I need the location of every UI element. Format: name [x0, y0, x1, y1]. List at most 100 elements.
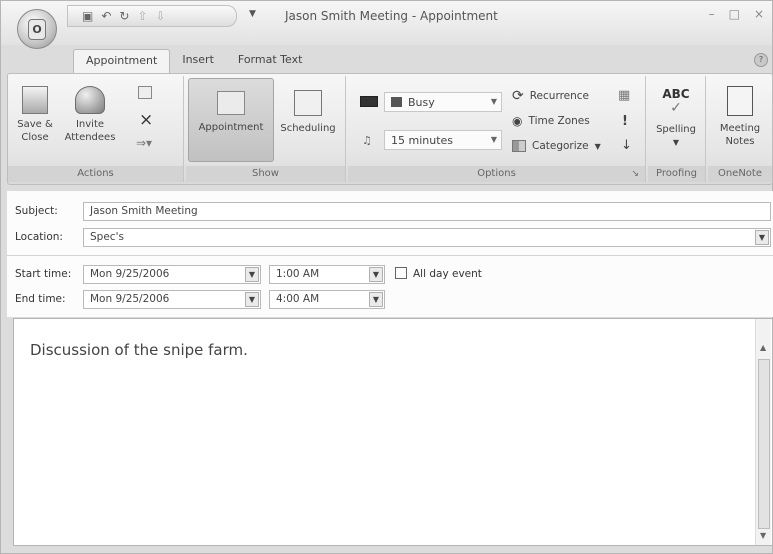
start-date-dropdown[interactable]: ▼: [245, 267, 259, 282]
notes-body-text: Discussion of the snipe farm.: [30, 341, 248, 359]
globe-icon: ◉: [512, 114, 523, 128]
up-arrow-icon[interactable]: ⇧: [137, 9, 147, 23]
appointment-form: Subject: Jason Smith Meeting Location: S…: [7, 191, 773, 317]
reminder-bell-icon: ♫: [362, 134, 372, 147]
end-time-field[interactable]: 4:00 AM: [269, 290, 385, 309]
people-icon: [75, 86, 105, 114]
show-as-dropdown[interactable]: Busy ▼: [384, 92, 502, 112]
group-label-actions: Actions: [8, 166, 183, 182]
calendar-small-icon[interactable]: [138, 86, 152, 99]
end-time-dropdown[interactable]: ▼: [369, 292, 383, 307]
chevron-down-icon: ▼: [672, 138, 680, 147]
undo-icon[interactable]: ↶: [101, 9, 111, 23]
reminder-value: 15 minutes: [391, 133, 454, 147]
scheduling-label: Scheduling: [280, 123, 336, 134]
form-divider: [7, 255, 773, 256]
quick-access-toolbar: ▣ ↶ ↻ ⇧ ⇩: [67, 5, 237, 27]
location-field[interactable]: Spec's: [83, 228, 771, 247]
reminder-dropdown[interactable]: 15 minutes ▼: [384, 130, 502, 150]
scroll-up-icon[interactable]: ▲: [760, 343, 766, 352]
delete-icon[interactable]: ×: [139, 110, 153, 130]
group-label-onenote: OneNote: [708, 166, 772, 182]
invite-label-1: Invite: [75, 119, 105, 130]
meeting-notes-label-1: Meeting: [719, 123, 761, 134]
scheduling-icon: [294, 90, 322, 116]
meeting-notes-label-2: Notes: [725, 136, 755, 147]
all-day-label: All day event: [413, 268, 482, 280]
down-arrow-icon[interactable]: ⇩: [156, 9, 166, 23]
show-as-value: Busy: [408, 95, 435, 109]
recurrence-label: Recurrence: [529, 90, 590, 102]
scheduling-button[interactable]: Scheduling: [274, 80, 342, 135]
appointment-view-button[interactable]: Appointment: [188, 78, 274, 162]
maximize-icon[interactable]: □: [729, 7, 740, 21]
categorize-button[interactable]: Categorize ▼: [512, 140, 601, 152]
high-importance-icon[interactable]: !: [622, 114, 628, 129]
tab-insert[interactable]: Insert: [170, 49, 226, 73]
appointment-window: ▣ ↶ ↻ ⇧ ⇩ ▼ Jason Smith Meeting - Appoin…: [0, 0, 773, 554]
ribbon-tabs: Appointment Insert Format Text: [73, 49, 314, 73]
location-label: Location:: [15, 231, 63, 243]
end-time-label: End time:: [15, 293, 66, 305]
save-close-icon: [22, 86, 48, 114]
scrollbar-thumb[interactable]: [758, 359, 770, 529]
save-close-button[interactable]: Save & Close: [12, 80, 58, 144]
minimize-icon[interactable]: –: [709, 7, 715, 21]
low-importance-icon[interactable]: ↓: [621, 138, 632, 153]
tab-appointment[interactable]: Appointment: [73, 49, 171, 73]
recurrence-button[interactable]: ⟳ Recurrence: [512, 88, 589, 104]
invite-attendees-button[interactable]: Invite Attendees: [62, 80, 118, 144]
busy-swatch-icon: [391, 97, 402, 107]
window-title: Jason Smith Meeting - Appointment: [285, 9, 498, 23]
title-bar: ▣ ↶ ↻ ⇧ ⇩ ▼ Jason Smith Meeting - Appoin…: [1, 1, 772, 45]
office-logo-icon: O: [28, 18, 46, 40]
subject-label: Subject:: [15, 205, 58, 217]
group-actions: Save & Close Invite Attendees × ⇒▾ Actio…: [8, 76, 184, 182]
save-close-label-1: Save &: [17, 119, 53, 130]
start-time-dropdown[interactable]: ▼: [369, 267, 383, 282]
appointment-view-label: Appointment: [198, 122, 264, 133]
group-label-options: Options ↘: [348, 166, 645, 182]
categorize-label: Categorize: [532, 140, 589, 152]
scroll-down-icon[interactable]: ▼: [760, 531, 766, 540]
location-dropdown-button[interactable]: ▼: [755, 230, 769, 245]
chevron-down-icon: ▼: [594, 141, 601, 151]
tab-format-text[interactable]: Format Text: [226, 49, 315, 73]
customize-qat-icon[interactable]: ▼: [249, 9, 256, 19]
spelling-button[interactable]: ABC ✓ Spelling ▼: [650, 80, 702, 149]
dialog-launcher-icon[interactable]: ↘: [631, 166, 639, 182]
notes-body[interactable]: Discussion of the snipe farm. ▲ ▼: [13, 318, 773, 546]
office-button[interactable]: O: [17, 9, 57, 49]
chevron-down-icon: ▼: [490, 97, 497, 106]
save-close-label-2: Close: [21, 132, 49, 143]
meeting-notes-button[interactable]: Meeting Notes: [712, 80, 768, 148]
ribbon: Save & Close Invite Attendees × ⇒▾ Actio…: [7, 73, 773, 185]
end-date-dropdown[interactable]: ▼: [245, 292, 259, 307]
private-lock-icon[interactable]: ▦: [618, 88, 630, 103]
chevron-down-icon: ▼: [490, 135, 497, 144]
time-zones-label: Time Zones: [528, 115, 590, 127]
group-show: Appointment Scheduling Show: [186, 76, 346, 182]
group-proofing: ABC ✓ Spelling ▼ Proofing: [648, 76, 706, 182]
start-date-field[interactable]: Mon 9/25/2006: [83, 265, 261, 284]
forward-icon[interactable]: ⇒▾: [136, 136, 152, 150]
recurrence-icon: ⟳: [512, 88, 524, 104]
end-date-field[interactable]: Mon 9/25/2006: [83, 290, 261, 309]
subject-field[interactable]: Jason Smith Meeting: [83, 202, 771, 221]
checkmark-icon: ✓: [670, 100, 682, 116]
redo-icon[interactable]: ↻: [119, 9, 129, 23]
time-zones-button[interactable]: ◉ Time Zones: [512, 114, 590, 128]
save-icon[interactable]: ▣: [82, 9, 93, 23]
help-icon[interactable]: ?: [754, 53, 768, 67]
close-icon[interactable]: ×: [754, 7, 764, 21]
invite-label-2: Attendees: [64, 132, 116, 143]
start-time-field[interactable]: 1:00 AM: [269, 265, 385, 284]
spelling-label: Spelling: [656, 124, 696, 135]
start-time-label: Start time:: [15, 268, 72, 280]
group-label-show: Show: [186, 166, 345, 182]
vertical-scrollbar[interactable]: ▲ ▼: [755, 319, 771, 545]
onenote-icon: [727, 86, 753, 116]
all-day-checkbox[interactable]: [395, 267, 407, 279]
window-controls: – □ ×: [709, 7, 764, 21]
options-label: Options: [477, 168, 516, 179]
